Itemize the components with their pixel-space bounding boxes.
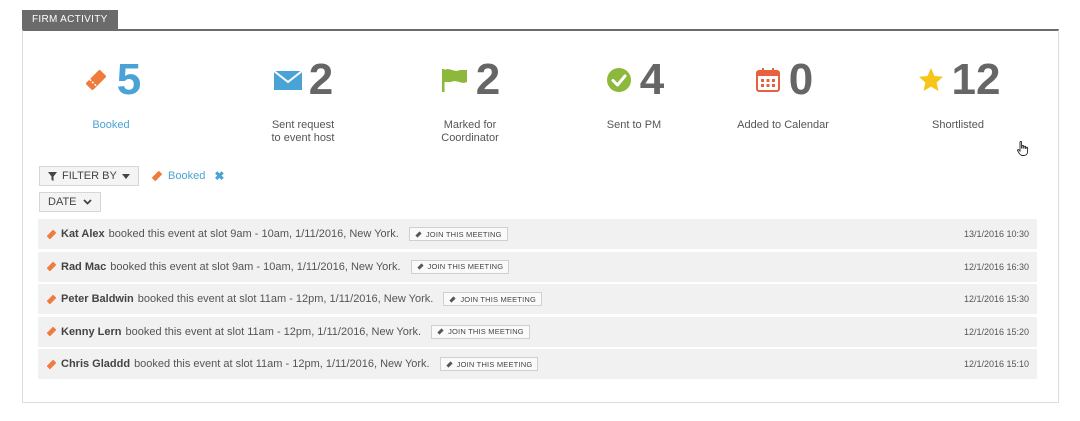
stat-count: 4 xyxy=(639,55,665,104)
activity-row: Chris Gladdd booked this event at slot 1… xyxy=(38,349,1037,379)
attendee-name[interactable]: Kenny Lern xyxy=(61,326,122,338)
activity-text: booked this event at slot 11am - 12pm, 1… xyxy=(125,325,422,338)
check-circle-icon xyxy=(604,65,634,95)
filter-by-button[interactable]: FILTER BY xyxy=(39,166,139,186)
attendee-name[interactable]: Peter Baldwin xyxy=(61,293,134,305)
activity-row: Rad Mac booked this event at slot 9am - … xyxy=(38,251,1037,282)
stat-count: 12 xyxy=(951,55,1001,104)
activity-timestamp: 12/1/2016 15:10 xyxy=(963,359,1029,369)
firm-activity-panel: 5 Booked 2 Sent request to event host 2 … xyxy=(22,29,1059,403)
date-sort-button[interactable]: DATE xyxy=(39,192,101,212)
stat-label: Sent request to event host xyxy=(271,119,335,144)
attendee-name[interactable]: Chris Gladdd xyxy=(61,358,130,370)
stat-count: 2 xyxy=(308,55,334,104)
activity-timestamp: 12/1/2016 15:30 xyxy=(963,294,1029,304)
join-meeting-button[interactable]: JOIN THIS MEETING xyxy=(408,227,508,241)
activity-row: Kat Alex booked this event at slot 9am -… xyxy=(38,219,1037,249)
stat-count: 2 xyxy=(475,55,501,104)
stat-shortlisted[interactable]: 12 Shortlisted xyxy=(873,49,1043,132)
join-meeting-label: JOIN THIS MEETING xyxy=(425,229,502,239)
join-meeting-label: JOIN THIS MEETING xyxy=(427,262,504,271)
activity-text: booked this event at slot 11am - 12pm, 1… xyxy=(137,293,434,305)
ticket-icon xyxy=(46,326,58,338)
join-meeting-label: JOIN THIS MEETING xyxy=(460,294,537,304)
stat-label: Sent to PM xyxy=(606,119,662,131)
ticket-icon xyxy=(446,360,453,368)
ticket-icon xyxy=(437,328,444,335)
ticket-icon xyxy=(152,171,162,181)
activity-row: Kenny Lern booked this event at slot 11a… xyxy=(38,316,1037,347)
activity-list: Kat Alex booked this event at slot 9am -… xyxy=(38,219,1037,382)
remove-filter-icon[interactable]: ✖ xyxy=(214,169,224,183)
join-meeting-button[interactable]: JOIN THIS MEETING xyxy=(410,259,510,274)
flag-icon xyxy=(440,65,470,95)
join-meeting-label: JOIN THIS MEETING xyxy=(456,359,533,369)
ticket-icon xyxy=(46,358,58,370)
stats-bar: 5 Booked 2 Sent request to event host 2 … xyxy=(23,49,1058,159)
stat-added-calendar[interactable]: 0 Added to Calendar xyxy=(698,49,868,132)
funnel-icon xyxy=(48,171,57,181)
activity-text: booked this event at slot 9am - 10am, 1/… xyxy=(108,228,399,240)
ticket-icon xyxy=(46,261,58,273)
filter-by-label: FILTER BY xyxy=(62,170,117,182)
ticket-icon xyxy=(415,230,422,238)
join-meeting-button[interactable]: JOIN THIS MEETING xyxy=(443,292,543,306)
date-label: DATE xyxy=(48,196,77,208)
join-meeting-button[interactable]: JOIN THIS MEETING xyxy=(431,324,530,339)
stat-sent-to-pm[interactable]: 4 Sent to PM xyxy=(549,49,719,132)
hand-cursor-icon xyxy=(1017,141,1029,161)
ticket-icon xyxy=(416,263,424,270)
ticket-icon xyxy=(46,228,58,240)
activity-timestamp: 12/1/2016 16:30 xyxy=(963,261,1029,272)
attendee-name[interactable]: Kat Alex xyxy=(61,228,105,240)
join-meeting-button[interactable]: JOIN THIS MEETING xyxy=(439,357,539,371)
stat-label: Added to Calendar xyxy=(737,119,829,131)
ticket-icon xyxy=(46,293,58,305)
stat-label: Shortlisted xyxy=(932,119,984,131)
activity-text: booked this event at slot 9am - 10am, 1/… xyxy=(110,260,401,273)
firm-activity-tab: FIRM ACTIVITY xyxy=(22,10,118,30)
calendar-icon xyxy=(753,65,783,95)
stat-sent-request[interactable]: 2 Sent request to event host xyxy=(218,49,388,145)
activity-text: booked this event at slot 11am - 12pm, 1… xyxy=(134,358,430,370)
ticket-icon xyxy=(449,295,456,303)
join-meeting-label: JOIN THIS MEETING xyxy=(448,327,524,336)
ticket-icon xyxy=(81,65,111,95)
active-filter-label: Booked xyxy=(168,170,206,182)
stat-label: Marked for Coordinator xyxy=(441,119,499,144)
envelope-icon xyxy=(273,65,303,95)
activity-timestamp: 13/1/2016 10:30 xyxy=(963,229,1029,239)
active-filter-chip: Booked ✖ xyxy=(151,167,224,185)
attendee-name[interactable]: Rad Mac xyxy=(61,261,106,273)
stat-count: 0 xyxy=(788,55,814,104)
stat-booked[interactable]: 5 Booked xyxy=(26,49,196,132)
caret-down-icon xyxy=(121,173,130,179)
stat-count: 5 xyxy=(116,55,142,104)
chevron-down-icon xyxy=(82,199,92,205)
stat-label: Booked xyxy=(92,119,130,131)
activity-timestamp: 12/1/2016 15:20 xyxy=(963,326,1029,337)
stat-marked-coordinator[interactable]: 2 Marked for Coordinator xyxy=(385,49,555,145)
activity-row: Peter Baldwin booked this event at slot … xyxy=(38,284,1037,314)
star-icon xyxy=(916,65,946,95)
